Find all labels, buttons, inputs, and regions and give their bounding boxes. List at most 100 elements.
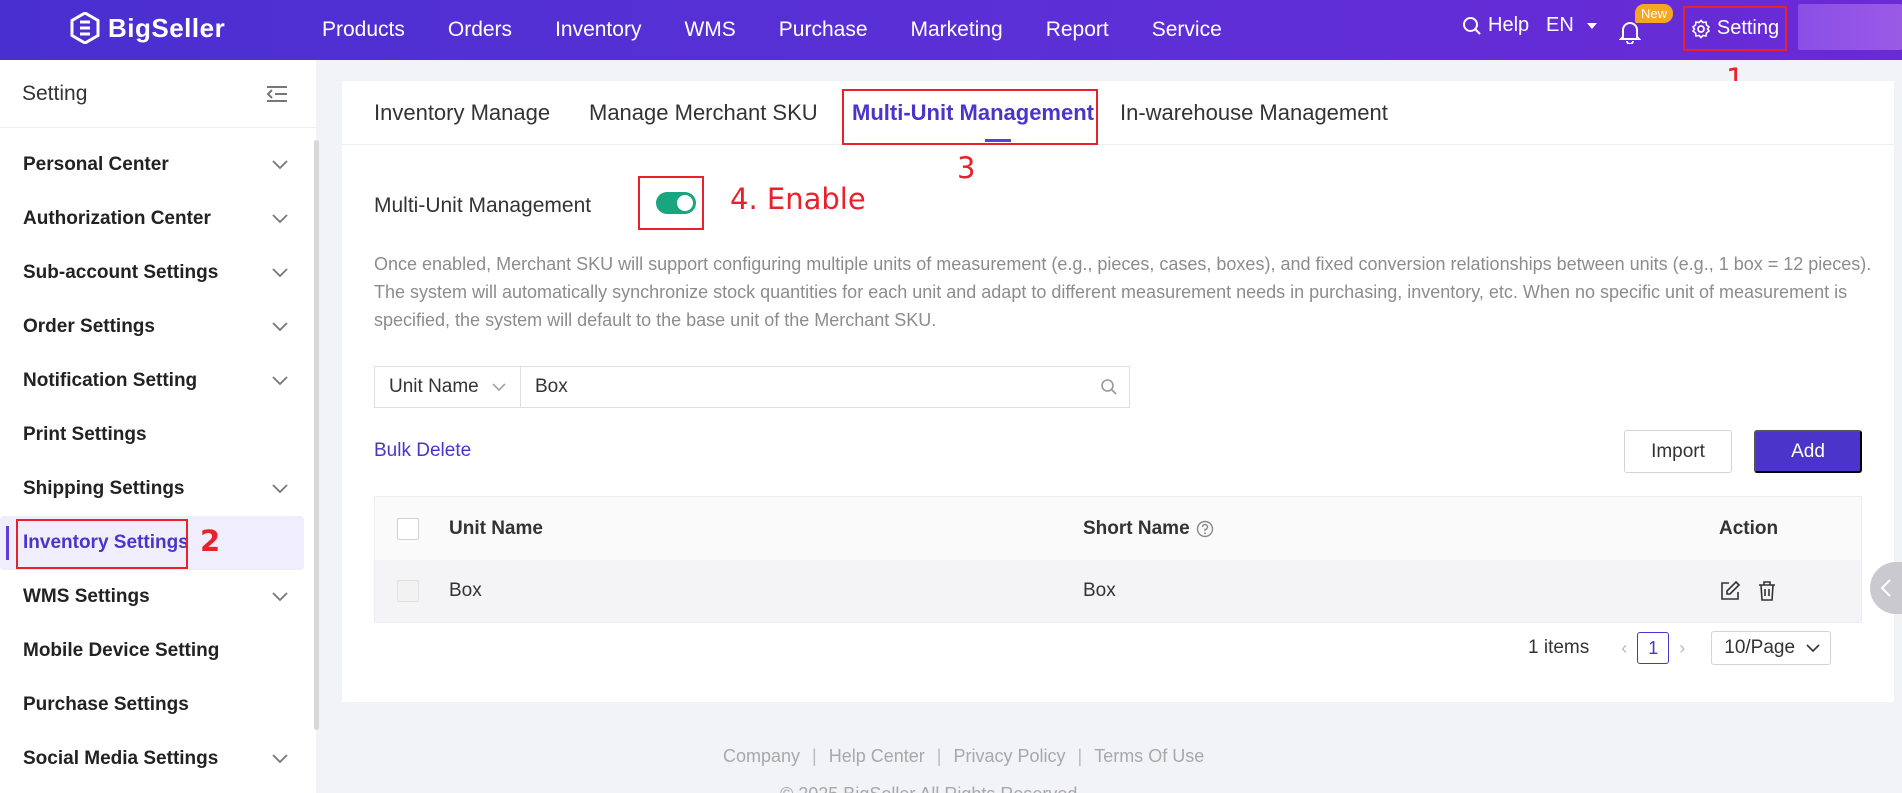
search-input[interactable]: [521, 367, 1089, 407]
sidebar-title: Setting: [22, 81, 88, 105]
bigseller-logo-icon: [70, 12, 100, 44]
nav-orders[interactable]: Orders: [448, 18, 512, 42]
footer-separator: |: [1077, 746, 1083, 766]
sidebar-item-purchase-settings[interactable]: Purchase Settings: [0, 678, 316, 732]
nav-service[interactable]: Service: [1152, 18, 1222, 42]
tab-inventory-manage[interactable]: Inventory Manage: [374, 100, 550, 126]
sidebar-item-social-media-settings[interactable]: Social Media Settings: [0, 732, 316, 786]
bell-icon: [1619, 22, 1641, 44]
search-icon: [1101, 379, 1117, 395]
items-count: 1 items: [1528, 637, 1590, 658]
tab-in-warehouse-management[interactable]: In-warehouse Management: [1120, 100, 1388, 126]
question-circle-icon[interactable]: [1196, 520, 1214, 538]
tab-bar: Inventory Manage Manage Merchant SKU Mul…: [342, 81, 1894, 145]
chevron-down-icon: [272, 160, 288, 170]
select-all-checkbox[interactable]: [397, 517, 419, 540]
sidebar-item-label: Shipping Settings: [23, 478, 185, 499]
nav-inventory[interactable]: Inventory: [555, 18, 641, 42]
help-link[interactable]: Help: [1462, 14, 1552, 37]
search-field-select[interactable]: Unit Name: [375, 367, 521, 407]
sidebar-item-order-settings[interactable]: Order Settings: [0, 300, 316, 354]
nav-report[interactable]: Report: [1046, 18, 1109, 42]
sidebar-item-mobile-device-setting[interactable]: Mobile Device Setting: [0, 624, 316, 678]
toggle-knob: [677, 195, 693, 211]
annotation-2: 2: [200, 524, 221, 558]
tab-manage-merchant-sku[interactable]: Manage Merchant SKU: [589, 100, 818, 126]
sidebar-item-personal-center[interactable]: Personal Center: [0, 138, 316, 192]
sidebar-item-label: Mobile Device Setting: [23, 640, 220, 661]
collapse-sidebar-icon[interactable]: [266, 85, 288, 103]
footer-link-privacy-policy[interactable]: Privacy Policy: [953, 746, 1065, 767]
import-button[interactable]: Import: [1624, 430, 1732, 473]
user-avatar[interactable]: [1798, 4, 1902, 50]
chevron-down-icon: [1806, 644, 1820, 652]
sidebar-header: Setting: [0, 60, 316, 128]
chevron-down-icon: [272, 754, 288, 764]
table-row: Box Box: [375, 560, 1861, 622]
setting-button[interactable]: Setting: [1683, 6, 1787, 51]
search-submit[interactable]: [1089, 367, 1129, 407]
sidebar-item-print-settings[interactable]: Print Settings: [0, 408, 316, 462]
notification-button[interactable]: New: [1619, 4, 1674, 52]
search-field-label: Unit Name: [389, 376, 479, 397]
edit-icon[interactable]: [1719, 580, 1741, 602]
annotation-3: 3: [957, 151, 976, 185]
page-size-select[interactable]: 10/Page: [1711, 631, 1832, 665]
main-nav: Products Orders Inventory WMS Purchase M…: [322, 0, 1265, 60]
footer-link-help-center[interactable]: Help Center: [829, 746, 925, 767]
nav-purchase[interactable]: Purchase: [779, 18, 868, 42]
row-checkbox[interactable]: [397, 580, 419, 602]
sidebar-item-shipping-settings[interactable]: Shipping Settings: [0, 462, 316, 516]
sidebar-item-notification-setting[interactable]: Notification Setting: [0, 354, 316, 408]
multi-unit-toggle[interactable]: [656, 192, 696, 214]
cell-unit-name: Box: [449, 580, 482, 601]
sidebar-item-inventory-settings[interactable]: Inventory Settings 2: [0, 516, 304, 570]
page-number-current[interactable]: 1: [1637, 632, 1670, 664]
multi-unit-label: Multi-Unit Management: [374, 194, 592, 217]
sidebar-item-label: Social Media Settings: [23, 748, 219, 769]
next-page-icon[interactable]: ›: [1679, 638, 1685, 659]
header-action: Action: [1719, 517, 1779, 539]
header-unit-name: Unit Name: [449, 517, 543, 539]
sidebar-item-label: Purchase Settings: [23, 694, 189, 715]
nav-wms[interactable]: WMS: [684, 18, 735, 42]
sidebar-item-label: Notification Setting: [23, 370, 198, 391]
sidebar-item-authorization-center[interactable]: Authorization Center: [0, 192, 316, 246]
new-badge: New: [1635, 4, 1674, 23]
chevron-down-icon: [272, 268, 288, 278]
unit-search-bar: Unit Name: [374, 366, 1130, 408]
sidebar-item-label: WMS Settings: [23, 586, 150, 607]
trash-icon[interactable]: [1757, 580, 1777, 602]
cell-short-name: Box: [1083, 580, 1116, 601]
chevron-down-icon: [272, 484, 288, 494]
footer-link-company[interactable]: Company: [723, 746, 800, 767]
sidebar-menu: Personal Center Authorization Center Sub…: [0, 128, 316, 786]
sidebar-item-wms-settings[interactable]: WMS Settings: [0, 570, 316, 624]
language-select[interactable]: EN: [1546, 14, 1626, 37]
brand-name: BigSeller: [108, 12, 226, 43]
footer-separator: |: [936, 746, 942, 766]
row-actions: [1719, 580, 1777, 602]
header-short-name: Short Name: [1083, 518, 1214, 540]
nav-products[interactable]: Products: [322, 18, 405, 42]
bulk-delete-button[interactable]: Bulk Delete: [374, 440, 471, 462]
footer-link-terms-of-use[interactable]: Terms Of Use: [1094, 746, 1204, 767]
setting-label: Setting: [1716, 17, 1780, 39]
language-label: EN: [1546, 14, 1574, 36]
sidebar-item-sub-account-settings[interactable]: Sub-account Settings: [0, 246, 316, 300]
page-size-label: 10/Page: [1724, 637, 1796, 658]
sidebar-item-label: Authorization Center: [23, 208, 211, 229]
sidebar-item-label: Sub-account Settings: [23, 262, 219, 283]
nav-marketing[interactable]: Marketing: [911, 18, 1003, 42]
prev-page-icon[interactable]: ‹: [1621, 638, 1627, 659]
footer-copyright: © 2025 BigSeller All Rights Reserved: [780, 784, 1077, 793]
sidebar-item-label: Order Settings: [23, 316, 155, 337]
multi-unit-description: Once enabled, Merchant SKU will support …: [374, 254, 1872, 330]
help-label: Help: [1488, 14, 1530, 36]
sidebar-item-label: Personal Center: [23, 154, 169, 175]
add-button[interactable]: Add: [1754, 430, 1862, 473]
multi-unit-toggle-row: Multi-Unit Management 4. Enable: [374, 176, 866, 230]
sidebar-scrollbar[interactable]: [314, 140, 319, 730]
header-short-name-label: Short Name: [1083, 517, 1190, 539]
brand-logo[interactable]: BigSeller: [70, 12, 225, 44]
